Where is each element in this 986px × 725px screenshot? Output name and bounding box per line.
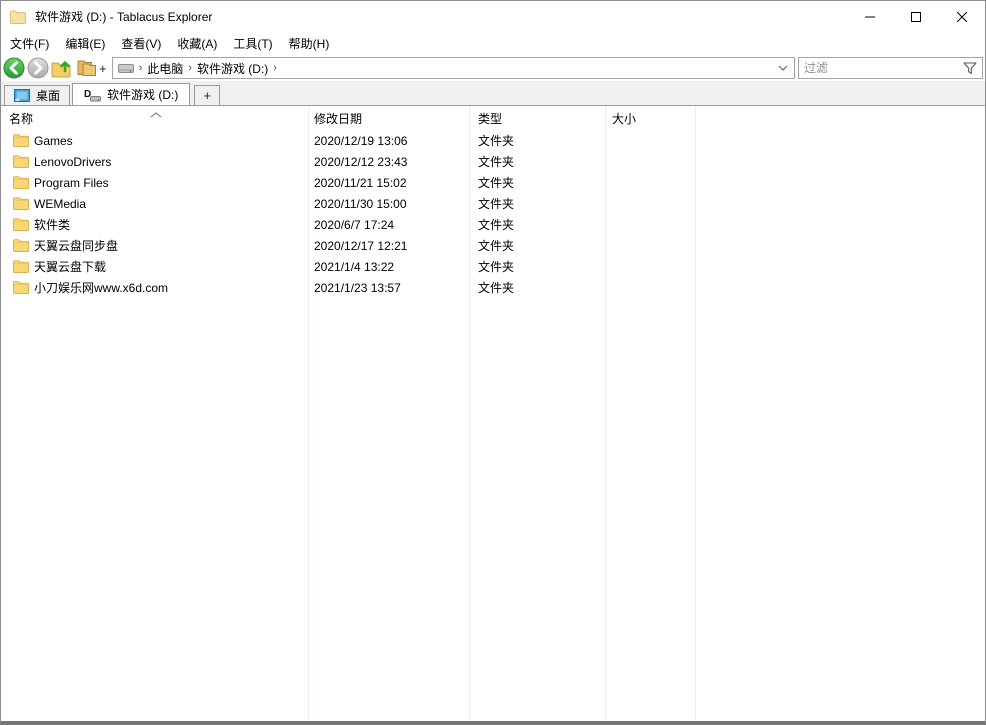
forward-button[interactable]	[26, 56, 50, 80]
file-name: 软件类	[34, 218, 71, 232]
filter-funnel-icon[interactable]	[961, 61, 982, 75]
window-controls	[847, 1, 985, 32]
table-row[interactable]: Games 2020/12/19 13:06 文件夹	[1, 130, 985, 151]
sort-ascending-indicator	[150, 107, 162, 121]
drive-d-icon: D	[84, 88, 102, 102]
column-separator[interactable]	[605, 106, 606, 721]
file-modified: 2020/11/30 15:00	[314, 196, 407, 211]
table-row[interactable]: WEMedia 2020/11/30 15:00 文件夹	[1, 193, 985, 214]
file-type: 文件夹	[478, 197, 515, 211]
file-modified: 2020/12/17 12:21	[314, 238, 408, 253]
menu-view[interactable]: 查看(V)	[113, 32, 169, 55]
minimize-button[interactable]	[847, 1, 893, 32]
folder-icon	[13, 134, 29, 147]
drive-icon	[117, 63, 134, 74]
file-modified: 2020/6/7 17:24	[314, 217, 395, 232]
desktop-icon	[14, 89, 30, 102]
file-name-cell: WEMedia	[1, 197, 308, 211]
menu-favorites[interactable]: 收藏(A)	[169, 32, 225, 55]
table-row[interactable]: LenovoDrivers 2020/12/12 23:43 文件夹	[1, 151, 985, 172]
back-button[interactable]	[2, 56, 26, 80]
address-bar[interactable]: › 此电脑 › 软件游戏 (D:) ›	[111, 57, 795, 79]
maximize-button[interactable]	[893, 1, 939, 32]
breadcrumb-separator: ›	[188, 62, 192, 74]
table-row[interactable]: Program Files 2020/11/21 15:02 文件夹	[1, 172, 985, 193]
table-row[interactable]: 天翼云盘下载 2021/1/4 13:22 文件夹	[1, 256, 985, 277]
file-type: 文件夹	[478, 281, 515, 295]
menu-edit[interactable]: 编辑(E)	[57, 32, 113, 55]
file-name: LenovoDrivers	[34, 154, 112, 169]
file-name: 小刀娱乐网www.x6d.com	[34, 281, 169, 295]
column-separator[interactable]	[695, 106, 696, 721]
tab-current-drive[interactable]: D 软件游戏 (D:)	[72, 83, 191, 105]
menu-tools[interactable]: 工具(T)	[225, 32, 280, 55]
file-name: WEMedia	[34, 196, 87, 211]
file-name: Program Files	[34, 175, 109, 190]
file-modified: 2021/1/23 13:57	[314, 280, 401, 295]
app-window: 软件游戏 (D:) - Tablacus Explorer 文件(F) 编辑(E…	[0, 0, 986, 725]
file-type: 文件夹	[478, 176, 515, 190]
column-header-size[interactable]: 大小	[605, 110, 695, 127]
file-modified: 2021/1/4 13:22	[314, 259, 395, 274]
folder-icon	[13, 218, 29, 231]
window-folder-icon	[10, 10, 26, 24]
file-name-cell: Program Files	[1, 176, 308, 190]
column-header-type[interactable]: 类型	[469, 110, 605, 127]
tab-label: 桌面	[36, 89, 61, 103]
file-name: 天翼云盘下载	[34, 260, 107, 274]
folder-icon	[13, 260, 29, 273]
tab-desktop[interactable]: 桌面	[4, 85, 71, 105]
file-name-cell: 天翼云盘下载	[1, 258, 308, 275]
column-header-modified[interactable]: 修改日期	[308, 110, 469, 127]
folder-icon	[13, 197, 29, 210]
menu-help[interactable]: 帮助(H)	[281, 32, 338, 55]
file-type: 文件夹	[478, 134, 515, 148]
folder-icon	[13, 176, 29, 189]
menu-bar: 文件(F) 编辑(E) 查看(V) 收藏(A) 工具(T) 帮助(H)	[1, 32, 985, 55]
file-type: 文件夹	[478, 218, 515, 232]
file-type: 文件夹	[478, 155, 515, 169]
file-name-cell: 天翼云盘同步盘	[1, 237, 308, 254]
file-name: 天翼云盘同步盘	[34, 239, 119, 253]
close-button[interactable]	[939, 1, 985, 32]
table-row[interactable]: 软件类 2020/6/7 17:24 文件夹	[1, 214, 985, 235]
file-name: Games	[34, 133, 73, 148]
table-row[interactable]: 小刀娱乐网www.x6d.com 2021/1/23 13:57 文件夹	[1, 277, 985, 298]
filter-box	[798, 57, 983, 79]
file-name-cell: LenovoDrivers	[1, 155, 308, 169]
tab-bar: 桌面 D 软件游戏 (D:) +	[1, 81, 985, 106]
up-folder-button[interactable]	[50, 56, 74, 80]
window-title: 软件游戏 (D:) - Tablacus Explorer	[35, 10, 213, 24]
file-name-cell: Games	[1, 134, 308, 148]
navigation-toolbar: + › 此电脑 › 软件游戏 (D:) ›	[1, 55, 985, 81]
file-modified: 2020/12/12 23:43	[314, 154, 408, 169]
new-tab-folders-icon[interactable]	[74, 56, 98, 80]
table-row[interactable]: 天翼云盘同步盘 2020/12/17 12:21 文件夹	[1, 235, 985, 256]
breadcrumb-this-pc[interactable]: 此电脑	[147, 60, 183, 77]
file-type: 文件夹	[478, 260, 515, 274]
file-modified: 2020/11/21 15:02	[314, 175, 407, 190]
folder-icon	[13, 239, 29, 252]
column-separator[interactable]	[469, 106, 470, 721]
file-name-cell: 小刀娱乐网www.x6d.com	[1, 279, 308, 296]
column-separator[interactable]	[308, 106, 309, 721]
file-list-panel: 名称 修改日期 类型 大小 Games 2020/12/19 13:06 文件夹…	[1, 106, 985, 721]
breadcrumb-current-drive[interactable]: 软件游戏 (D:)	[197, 60, 268, 77]
breadcrumb-separator: ›	[273, 62, 277, 74]
filter-input[interactable]	[799, 61, 961, 75]
file-type: 文件夹	[478, 239, 515, 253]
tab-label: 软件游戏 (D:)	[107, 88, 179, 102]
file-name-cell: 软件类	[1, 216, 308, 233]
folder-icon	[13, 155, 29, 168]
folder-icon	[13, 281, 29, 294]
new-tab-plus-label[interactable]: +	[99, 61, 107, 76]
menu-file[interactable]: 文件(F)	[2, 32, 57, 55]
title-bar: 软件游戏 (D:) - Tablacus Explorer	[1, 1, 985, 32]
new-tab-button[interactable]: +	[194, 85, 221, 105]
column-header-row: 名称 修改日期 类型 大小	[1, 106, 985, 130]
breadcrumb-separator: ›	[138, 62, 143, 74]
file-modified: 2020/12/19 13:06	[314, 133, 408, 148]
address-dropdown-icon[interactable]	[775, 65, 791, 71]
